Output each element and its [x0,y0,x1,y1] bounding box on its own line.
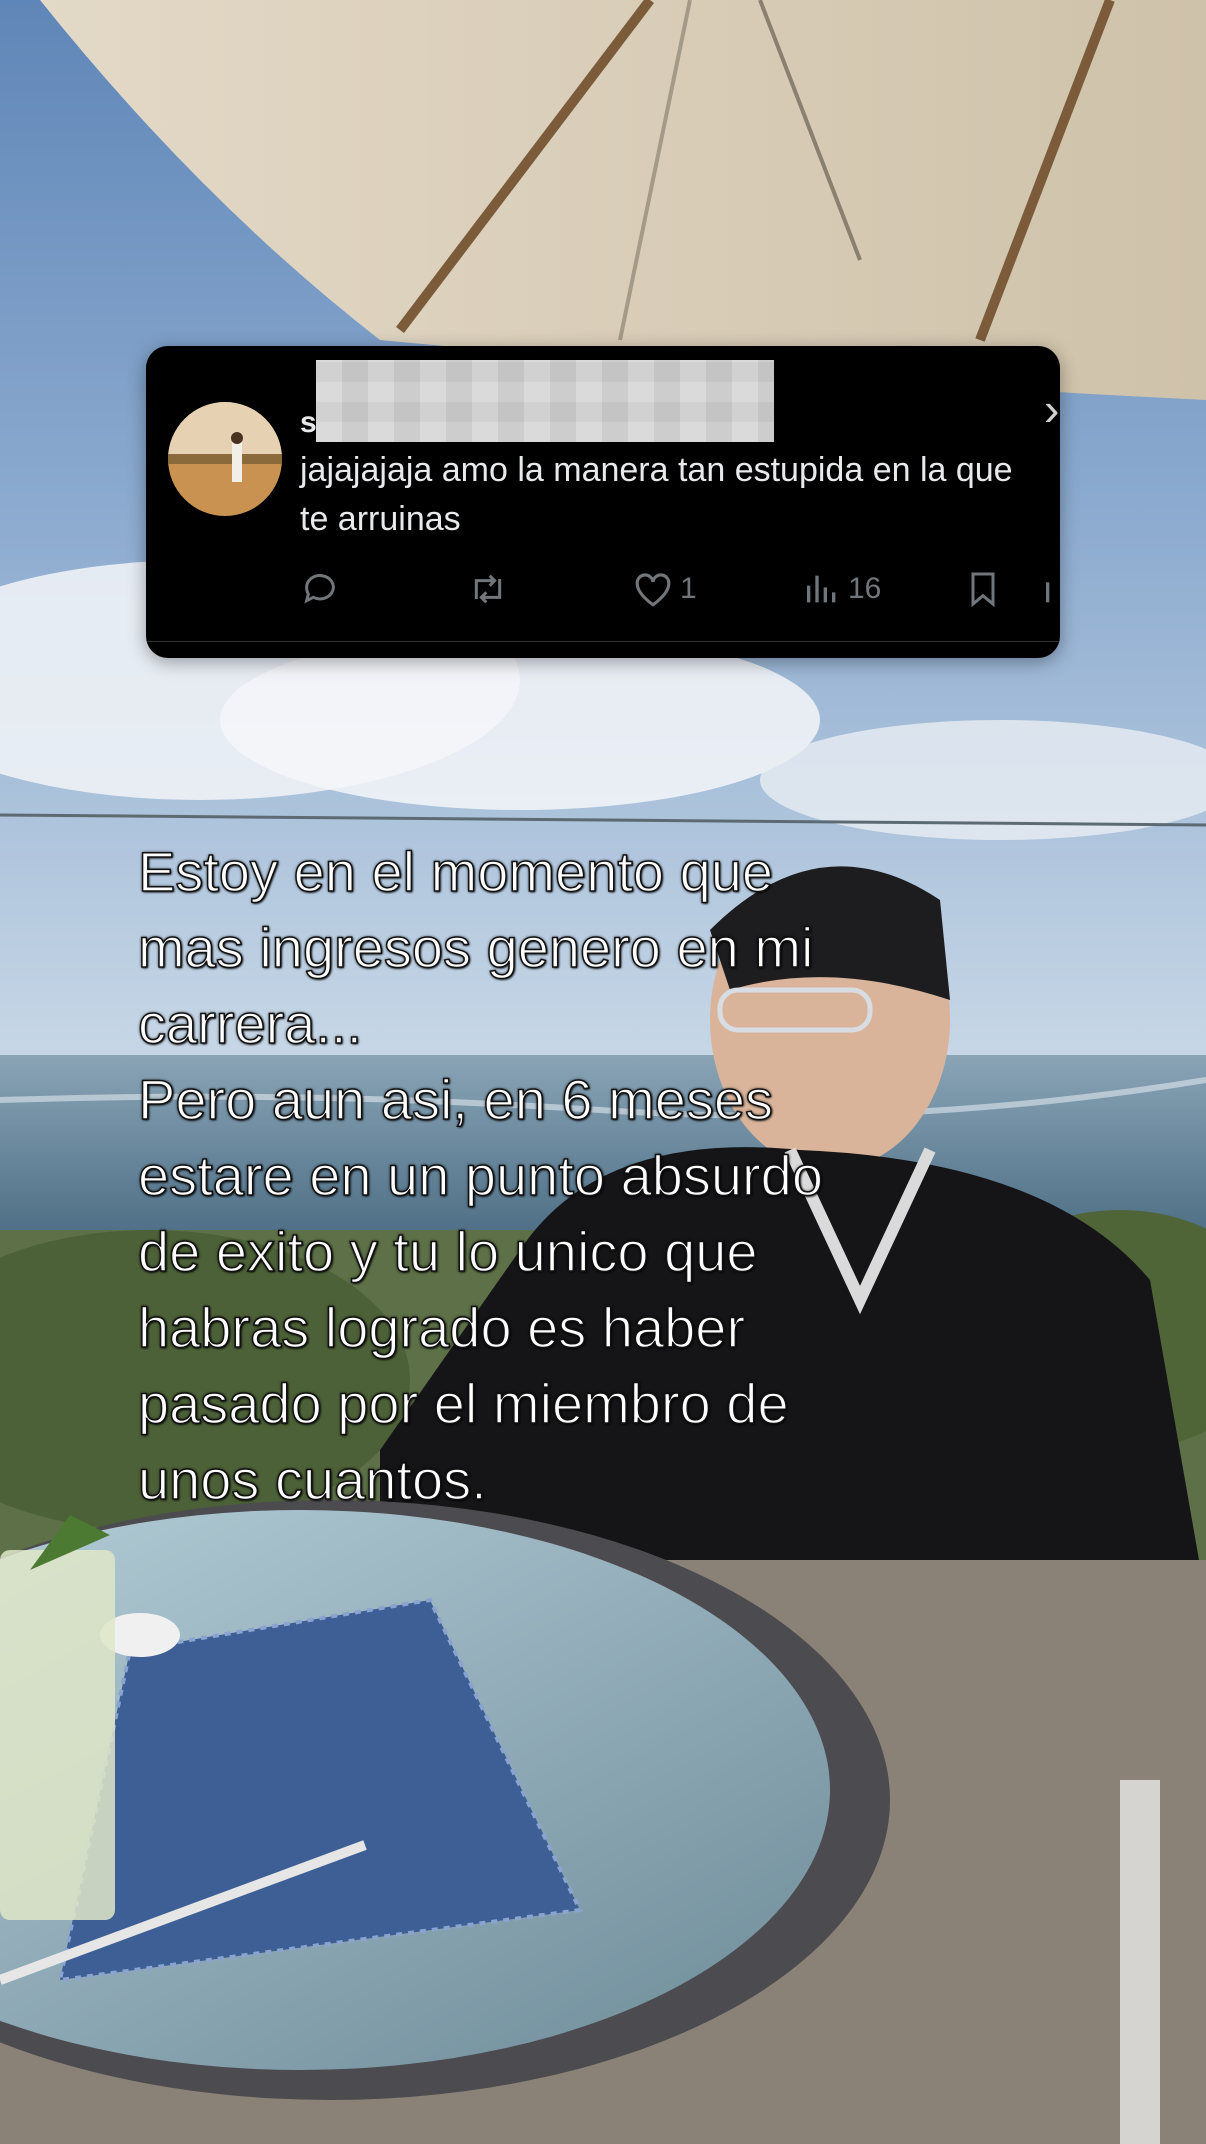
reply-button[interactable] [300,562,340,616]
chevron-right-icon[interactable]: › [1044,386,1059,432]
bookmark-button[interactable] [964,562,1002,616]
divider [146,641,1060,642]
blurred-username [316,360,774,442]
views-icon [807,575,836,603]
avatar[interactable] [168,402,282,516]
tweet-card[interactable]: s › jajajajaja amo la manera tan estupid… [146,346,1060,658]
tweet-text: jajajajaja amo la manera tan estupida en… [300,451,1013,538]
bookmark-icon [971,572,995,608]
reply-icon [304,574,335,604]
overlay-caption: Estoy en el momento que mas ingresos gen… [137,839,823,1512]
retweet-icon [474,574,502,604]
views-button[interactable]: 16 [802,562,881,616]
view-count: 16 [848,572,882,605]
like-button[interactable]: 1 [632,562,697,616]
heart-icon [635,573,671,607]
share-icon[interactable] [1042,562,1060,616]
like-count: 1 [680,572,697,605]
tweet-actions: 1 16 [146,562,1060,616]
handle-initial: s [300,406,317,439]
retweet-button[interactable] [466,562,510,616]
